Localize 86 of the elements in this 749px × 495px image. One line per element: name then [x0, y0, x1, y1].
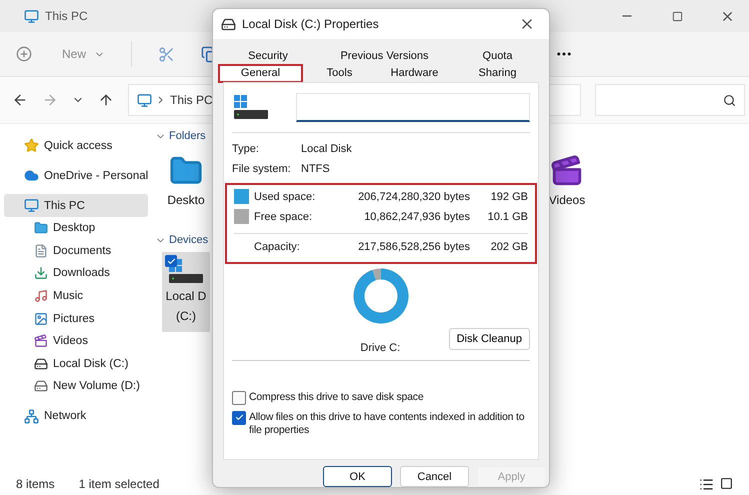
selection-count: 1 item selected	[78, 477, 160, 491]
tile[interactable]: Local D (C:)	[162, 252, 210, 332]
breadcrumb[interactable]: This PC	[170, 93, 213, 107]
bytes-value: 206,724,280,320 bytes	[357, 190, 470, 203]
drive-icon	[167, 258, 205, 284]
group-header: Folders	[169, 130, 206, 142]
drive-icon	[232, 94, 270, 120]
dialog-button[interactable]: OK	[323, 466, 392, 487]
donut-drawing	[351, 266, 411, 326]
nav-item[interactable]: Network	[4, 404, 148, 428]
group-header: Devices	[169, 234, 208, 246]
name-field[interactable]	[296, 92, 530, 122]
window-title: This PC	[45, 9, 89, 23]
item-count: 8 items	[16, 477, 55, 491]
search-field[interactable]	[595, 84, 745, 116]
tab[interactable]: Previous Versions	[313, 48, 456, 65]
tile-label: Videos	[548, 192, 586, 208]
info-label: File system:	[232, 162, 292, 175]
size-value: 192 GB	[490, 190, 528, 203]
music-icon	[34, 289, 48, 304]
tile-label: Local D	[166, 288, 206, 304]
details-view-icon[interactable]	[699, 476, 714, 492]
info-value: Local Disk	[301, 142, 353, 155]
tab[interactable]: General	[219, 64, 302, 82]
nav-item[interactable]: Pictures	[4, 307, 148, 330]
nav-item[interactable]: OneDrive - Personal	[4, 164, 148, 187]
search-icon[interactable]	[723, 94, 736, 106]
size-value: 10.1 GB	[486, 210, 528, 223]
picture-icon	[34, 312, 48, 326]
space-label: Free space:	[254, 210, 314, 223]
check-icon	[234, 413, 244, 422]
nav-item[interactable]: Documents	[4, 240, 148, 262]
network-icon	[24, 408, 39, 424]
bytes-value: 217,586,528,256 bytes	[357, 240, 470, 253]
info-value: NTFS	[301, 162, 331, 175]
nav-item[interactable]: This PC	[4, 194, 148, 217]
drive-icon	[221, 16, 236, 32]
dialog-button[interactable]: Cancel	[400, 466, 469, 487]
option-label: Compress this drive to save disk space	[249, 390, 424, 404]
bytes-value: 10,862,247,936 bytes	[363, 210, 470, 223]
nav-item[interactable]: Desktop	[4, 217, 148, 240]
drive-icon	[34, 379, 48, 394]
up-icon[interactable]	[98, 92, 114, 108]
check-icon	[166, 256, 176, 266]
checkbox[interactable]	[232, 410, 246, 425]
nav-item[interactable]: Downloads	[4, 262, 148, 285]
disk-cleanup-button[interactable]: Disk Cleanup	[448, 328, 530, 350]
tile[interactable]: Videos	[543, 148, 591, 228]
document-icon	[34, 244, 48, 258]
space-label: Capacity:	[254, 240, 301, 253]
tab[interactable]: Hardware	[373, 64, 456, 82]
nav-item[interactable]: Music	[4, 284, 148, 308]
tile-label: Deskto	[167, 192, 205, 208]
folder-icon	[34, 221, 48, 236]
checkbox[interactable]	[232, 390, 246, 405]
star-icon	[24, 138, 39, 153]
maximize-icon[interactable]	[672, 10, 682, 22]
checkbox[interactable]	[165, 255, 177, 267]
tab[interactable]: Tools	[306, 64, 373, 82]
plus-icon[interactable]	[16, 46, 32, 62]
drive-icon	[34, 356, 48, 371]
option-label: Allow files on this drive to have contents indexed in addition to file properties	[249, 410, 526, 437]
nav-item[interactable]: Videos	[4, 330, 148, 353]
tab[interactable]: Quota	[456, 48, 539, 65]
size-value: 202 GB	[490, 240, 528, 253]
nav-item[interactable]: New Volume (D:)	[4, 375, 148, 398]
monitor-icon	[24, 198, 39, 213]
back-icon[interactable]	[12, 92, 28, 108]
cloud-icon	[24, 168, 39, 183]
nav-item[interactable]: Local Disk (C:)	[4, 352, 148, 376]
monitor-icon	[137, 92, 152, 108]
space-label: Used space:	[254, 190, 316, 203]
chevron-right-icon	[158, 96, 164, 104]
download-icon	[34, 266, 48, 280]
tab[interactable]: Security	[223, 48, 313, 65]
video-icon	[34, 334, 48, 348]
drive-label: Drive C:	[359, 342, 402, 354]
info-label: Type:	[232, 142, 260, 155]
tiles-view-icon[interactable]	[720, 476, 733, 490]
tile-label: (C:)	[176, 308, 196, 324]
dialog-title: Local Disk (C:) Properties	[242, 17, 380, 31]
nav-item[interactable]: Quick access	[4, 134, 148, 157]
video-folder-icon	[550, 154, 584, 188]
tab[interactable]: Sharing	[456, 64, 539, 82]
monitor-icon	[24, 8, 39, 24]
tile[interactable]: Deskto	[162, 148, 210, 228]
